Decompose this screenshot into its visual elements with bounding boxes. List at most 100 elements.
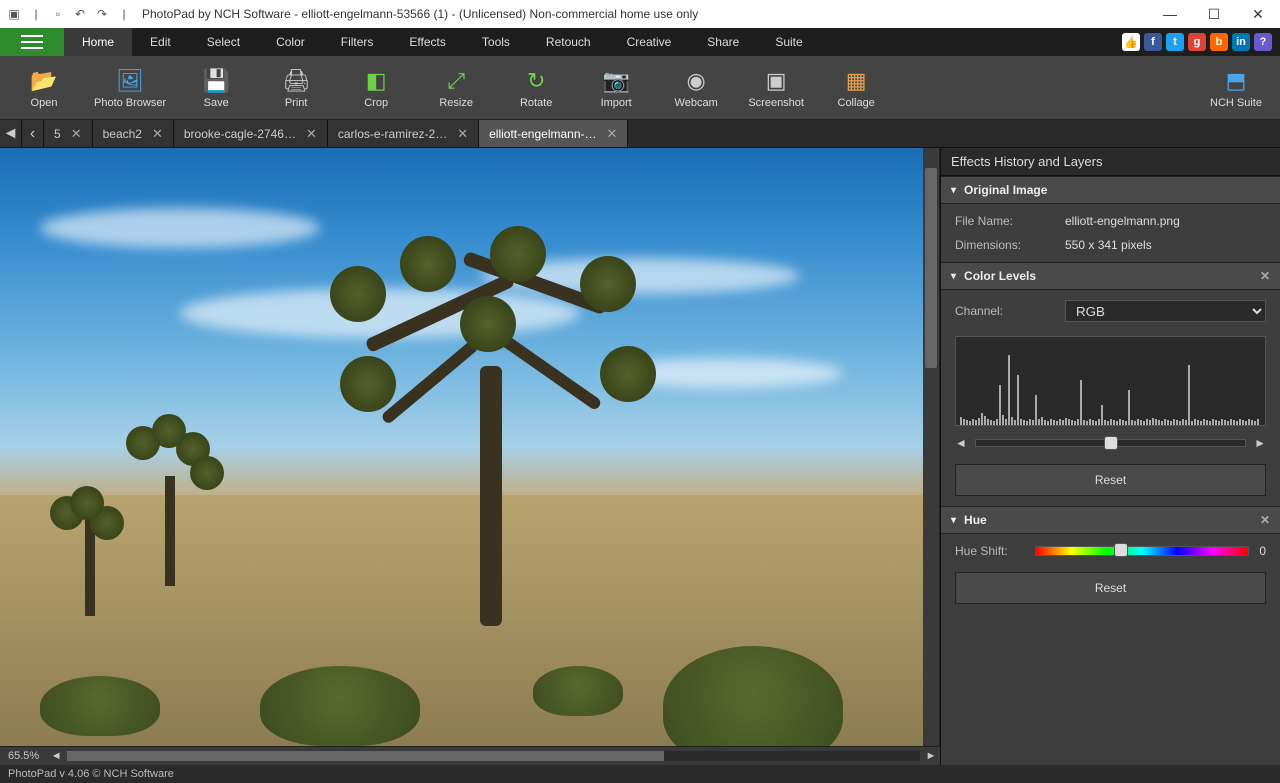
menu-suite[interactable]: Suite: [757, 28, 820, 56]
hue-value-stepper[interactable]: 0: [1259, 544, 1266, 558]
channel-select[interactable]: RGB: [1065, 300, 1266, 322]
app-menu-button[interactable]: [0, 28, 64, 56]
import-label: Import: [601, 97, 632, 109]
hscroll-track[interactable]: [67, 751, 920, 761]
dimensions-value: 550 x 341 pixels: [1065, 238, 1152, 252]
facebook-icon[interactable]: f: [1144, 33, 1162, 51]
hue-reset-button[interactable]: Reset: [955, 572, 1266, 604]
blogger-icon[interactable]: b: [1210, 33, 1228, 51]
save-button[interactable]: 💾 Save: [176, 63, 256, 113]
open-button[interactable]: 📂Open: [4, 63, 84, 113]
photo-browser-label: Photo Browser: [94, 97, 166, 109]
horizontal-scrollbar[interactable]: 65.5% ◄ ►: [0, 747, 940, 765]
document-tab-0[interactable]: 5✕: [44, 120, 93, 147]
menu-color[interactable]: Color: [258, 28, 323, 56]
tab-scroll-left-2[interactable]: ‹: [22, 120, 44, 147]
linkedin-icon[interactable]: in: [1232, 33, 1250, 51]
scroll-left-icon[interactable]: ◄: [47, 750, 65, 762]
nch-suite-button[interactable]: ⬒NCH Suite: [1196, 63, 1276, 113]
screenshot-icon: ▣: [760, 67, 792, 95]
menu-filters[interactable]: Filters: [323, 28, 392, 56]
qat-sep: |: [28, 6, 44, 22]
qat-redo-icon[interactable]: ↷: [94, 6, 110, 22]
rotate-label: Rotate: [520, 97, 552, 109]
resize-icon: ⤢: [440, 67, 472, 95]
document-tab-4[interactable]: elliott-engelmann-…✕: [479, 120, 628, 147]
save-icon: 💾: [200, 67, 232, 95]
zoom-level[interactable]: 65.5%: [0, 750, 47, 762]
section-levels-header[interactable]: ▾ Color Levels ✕: [941, 262, 1280, 290]
qat-new-icon[interactable]: ▫: [50, 6, 66, 22]
save-label: Save: [204, 97, 229, 109]
screenshot-button[interactable]: ▣Screenshot: [736, 63, 816, 113]
tab-close-icon[interactable]: ✕: [306, 126, 317, 142]
tab-close-icon[interactable]: ✕: [457, 126, 468, 142]
window-controls: — ☐ ✕: [1148, 0, 1280, 28]
section-levels-title: Color Levels: [964, 269, 1036, 283]
webcam-label: Webcam: [675, 97, 718, 109]
webcam-button[interactable]: ◉ Webcam: [656, 63, 736, 113]
file-name-value: elliott-engelmann.png: [1065, 214, 1180, 228]
minimize-button[interactable]: —: [1148, 0, 1192, 28]
maximize-button[interactable]: ☐: [1192, 0, 1236, 28]
open-label: Open: [31, 97, 58, 109]
googleplus-icon[interactable]: g: [1188, 33, 1206, 51]
hue-slider[interactable]: [1035, 546, 1249, 556]
menu-effects[interactable]: Effects: [391, 28, 463, 56]
menu-share[interactable]: Share: [689, 28, 757, 56]
section-hue-title: Hue: [964, 513, 987, 527]
print-button[interactable]: 🖨Print: [256, 63, 336, 113]
collage-label: Collage: [838, 97, 875, 109]
tab-label: brooke-cagle-2746…: [184, 127, 296, 141]
menu-retouch[interactable]: Retouch: [528, 28, 609, 56]
qat-undo-icon[interactable]: ↶: [72, 6, 88, 22]
levels-slider[interactable]: ◄ ►: [955, 436, 1266, 450]
menu-select[interactable]: Select: [189, 28, 258, 56]
document-tab-2[interactable]: brooke-cagle-2746… ✕: [174, 120, 328, 147]
photo-browser-icon: 🖼: [114, 67, 146, 95]
import-button[interactable]: 📷 Import: [576, 63, 656, 113]
help-icon[interactable]: ?: [1254, 33, 1272, 51]
workspace: 65.5% ◄ ► Effects History and Layers ▾ O…: [0, 148, 1280, 765]
section-close-icon[interactable]: ✕: [1260, 513, 1270, 527]
document-tab-1[interactable]: beach2 ✕: [93, 120, 174, 147]
rotate-button[interactable]: ↻Rotate: [496, 63, 576, 113]
tree-small-2: [120, 426, 220, 586]
section-levels-body: Channel: RGB ◄ ► Reset: [941, 290, 1280, 506]
menu-edit[interactable]: Edit: [132, 28, 189, 56]
photo-browser-button[interactable]: 🖼 Photo Browser: [84, 63, 176, 113]
side-panel: Effects History and Layers ▾ Original Im…: [940, 148, 1280, 765]
collage-button[interactable]: ▦Collage: [816, 63, 896, 113]
section-original-header[interactable]: ▾ Original Image: [941, 176, 1280, 204]
close-button[interactable]: ✕: [1236, 0, 1280, 28]
canvas-area: 65.5% ◄ ►: [0, 148, 940, 765]
menu-home[interactable]: Home: [64, 28, 132, 56]
menu-tools[interactable]: Tools: [464, 28, 528, 56]
canvas-viewport[interactable]: [0, 148, 940, 747]
twitter-icon[interactable]: t: [1166, 33, 1184, 51]
thumbs-up-icon[interactable]: 👍: [1122, 33, 1140, 51]
document-tab-3[interactable]: carlos-e-ramirez-2…✕: [328, 120, 479, 147]
statusbar: PhotoPad v 4.06 © NCH Software: [0, 765, 1280, 783]
crop-button[interactable]: ◧Crop: [336, 63, 416, 113]
titlebar: ▣ | ▫ ↶ ↷ | PhotoPad by NCH Software - e…: [0, 0, 1280, 28]
scroll-right-icon[interactable]: ►: [922, 750, 940, 762]
tab-close-icon[interactable]: ✕: [152, 126, 163, 142]
webcam-icon: ◉: [680, 67, 712, 95]
app-icon: ▣: [6, 6, 22, 22]
resize-button[interactable]: ⤢Resize: [416, 63, 496, 113]
tab-scroll-left[interactable]: ◄: [0, 120, 22, 147]
section-close-icon[interactable]: ✕: [1260, 269, 1270, 283]
tab-label: 5: [54, 127, 61, 141]
menu-creative[interactable]: Creative: [609, 28, 690, 56]
tab-close-icon[interactable]: ✕: [71, 126, 82, 142]
menubar: HomeEditSelectColorFiltersEffectsToolsRe…: [0, 28, 1280, 56]
tab-label: beach2: [103, 127, 142, 141]
file-name-label: File Name:: [955, 214, 1065, 228]
import-icon: 📷: [600, 67, 632, 95]
tab-close-icon[interactable]: ✕: [607, 126, 618, 142]
section-hue-header[interactable]: ▾ Hue ✕: [941, 506, 1280, 534]
print-icon: 🖨: [280, 67, 312, 95]
vertical-scrollbar[interactable]: [923, 148, 939, 746]
levels-reset-button[interactable]: Reset: [955, 464, 1266, 496]
